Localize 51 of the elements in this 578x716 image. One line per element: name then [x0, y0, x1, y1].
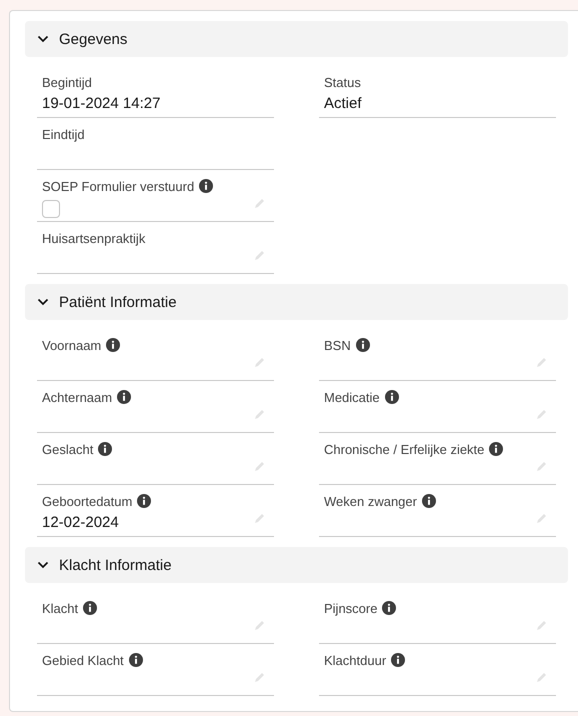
- pencil-icon[interactable]: [254, 249, 266, 261]
- section-header[interactable]: Patiënt Informatie: [25, 284, 568, 320]
- info-icon[interactable]: [106, 338, 120, 352]
- pencil-icon[interactable]: [254, 619, 266, 631]
- field-label: Weken zwanger: [324, 494, 417, 508]
- info-icon[interactable]: [83, 601, 98, 615]
- field-label: BSN: [324, 338, 351, 352]
- field-label: Voornaam: [42, 338, 102, 352]
- info-icon[interactable]: [98, 442, 112, 456]
- field-value: 19-01-2024 14:27: [42, 95, 160, 112]
- pencil-icon[interactable]: [254, 197, 266, 209]
- info-icon[interactable]: [382, 601, 396, 615]
- info-icon[interactable]: [391, 653, 406, 667]
- pencil-icon[interactable]: [536, 356, 548, 368]
- pencil-icon[interactable]: [536, 460, 548, 472]
- field-label: Geslacht: [42, 442, 94, 456]
- section-header[interactable]: Gegevens: [25, 21, 568, 57]
- field-label: Klacht: [42, 600, 78, 616]
- field-label: Gebied Klacht: [42, 652, 124, 668]
- field-label: Chronische / Erfelijke ziekte: [324, 442, 484, 456]
- info-icon[interactable]: [356, 338, 370, 352]
- field-label: Eindtijd: [42, 126, 85, 142]
- info-icon[interactable]: [422, 494, 436, 508]
- field-label: Geboortedatum: [42, 494, 132, 508]
- field-value: 12-02-2024: [42, 514, 119, 531]
- pencil-icon[interactable]: [254, 408, 266, 420]
- field-label: Achternaam: [42, 390, 112, 404]
- pencil-icon[interactable]: [254, 460, 266, 472]
- section-header[interactable]: Klacht Informatie: [25, 547, 568, 583]
- field-label: Pijnscore: [324, 600, 378, 616]
- pencil-icon[interactable]: [536, 671, 548, 683]
- info-icon[interactable]: [489, 442, 504, 456]
- pencil-icon[interactable]: [254, 512, 266, 524]
- field-label: SOEP Formulier verstuurd: [42, 178, 194, 194]
- info-icon[interactable]: [128, 653, 143, 667]
- pencil-icon[interactable]: [536, 619, 548, 631]
- field-value: Actief: [324, 95, 362, 112]
- checkbox[interactable]: [42, 200, 60, 218]
- info-icon[interactable]: [384, 390, 399, 404]
- pencil-icon[interactable]: [536, 512, 548, 524]
- pencil-icon[interactable]: [536, 408, 548, 420]
- pencil-icon[interactable]: [254, 671, 266, 683]
- field-label: Status: [324, 74, 361, 90]
- info-icon[interactable]: [137, 494, 152, 508]
- info-icon[interactable]: [199, 179, 214, 193]
- field-label: Huisartsenpraktijk: [42, 230, 146, 246]
- pencil-icon[interactable]: [254, 356, 266, 368]
- field-label: Medicatie: [324, 390, 380, 404]
- info-icon[interactable]: [117, 390, 132, 404]
- field-label: Begintijd: [42, 74, 92, 90]
- field-label: Klachtduur: [324, 652, 386, 668]
